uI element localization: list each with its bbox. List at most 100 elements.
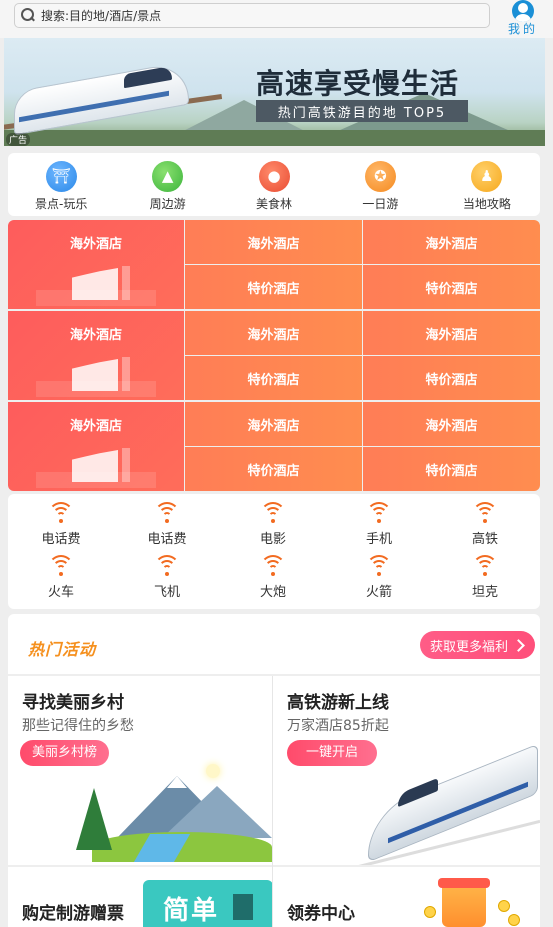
hotel-overseas[interactable]: 海外酒店	[185, 402, 362, 446]
search-input[interactable]: 搜索:目的地/酒店/景点	[14, 3, 490, 28]
category-nav: ⛩ 景点-玩乐 ▲ 周边游 ● 美食林 ✪ 一日游 ♟ 当地攻略	[8, 153, 540, 216]
service-label: 手机	[365, 532, 392, 547]
ad-tag: 广告	[6, 133, 31, 146]
header: 搜索:目的地/酒店/景点 我的	[0, 0, 553, 38]
star-badge-icon: ✪	[364, 161, 396, 192]
hotel-special[interactable]: 特价酒店	[363, 356, 540, 400]
hotel-label: 海外酒店	[247, 327, 300, 343]
hotel-special[interactable]: 特价酒店	[185, 356, 362, 400]
category-label: 景点-玩乐	[35, 197, 88, 211]
service-item[interactable]: 电话费	[114, 502, 220, 547]
service-item[interactable]: 高铁	[432, 502, 538, 547]
hotel-special[interactable]: 特价酒店	[185, 447, 362, 491]
temple-icon: ⛩	[45, 161, 77, 192]
hotel-label: 特价酒店	[425, 372, 478, 388]
wifi-icon	[154, 502, 180, 524]
activity-card-village[interactable]: 寻找美丽乡村 那些记得住的乡愁 美丽乡村榜	[8, 676, 272, 865]
category-attractions[interactable]: ⛩ 景点-玩乐	[8, 153, 114, 216]
service-label: 火车	[47, 585, 74, 600]
wifi-icon	[260, 555, 286, 577]
hotel-overseas[interactable]: 海外酒店	[363, 311, 540, 355]
service-item[interactable]: 大炮	[220, 555, 326, 600]
card-subtitle: 万家酒店85折起	[287, 718, 389, 734]
service-item[interactable]: 火车	[8, 555, 114, 600]
service-label: 火箭	[365, 585, 392, 600]
train-illustration	[14, 56, 204, 136]
banner-subtitle: 热门高铁游目的地 TOP5	[277, 105, 447, 121]
hotel-label: 海外酒店	[425, 327, 478, 343]
hotel-overseas-big[interactable]: 海外酒店	[8, 220, 184, 309]
more-benefits-button[interactable]: 获取更多福利	[420, 631, 535, 659]
service-item[interactable]: 电影	[220, 502, 326, 547]
hotel-overseas-big[interactable]: 海外酒店	[8, 311, 184, 400]
wifi-icon	[260, 502, 286, 524]
hotel-label: 特价酒店	[425, 463, 478, 479]
hotel-special[interactable]: 特价酒店	[185, 265, 362, 309]
hotel-label: 特价酒店	[425, 281, 478, 297]
service-item[interactable]: 飞机	[114, 555, 220, 600]
category-food[interactable]: ● 美食林	[221, 153, 327, 216]
hotel-label: 海外酒店	[247, 418, 300, 434]
hotel-grid: 海外酒店 海外酒店 海外酒店 特价酒店 特价酒店 海外酒店 海外酒店 海外酒店 …	[8, 220, 540, 491]
building-icon	[36, 260, 156, 306]
my-account-button[interactable]: 我的	[505, 0, 541, 38]
more-benefits-label: 获取更多福利	[430, 639, 509, 655]
search-icon	[21, 8, 36, 23]
chevron-right-icon	[512, 638, 525, 652]
hotel-overseas[interactable]: 海外酒店	[363, 402, 540, 446]
service-label: 电话费	[41, 532, 81, 547]
service-label: 坦克	[471, 585, 498, 600]
my-account-label: 我的	[507, 22, 538, 36]
building-icon	[36, 442, 156, 488]
hotel-label: 海外酒店	[69, 328, 122, 343]
activity-card-high-speed-rail[interactable]: 高铁游新上线 万家酒店85折起 一键开启	[273, 676, 540, 865]
category-label: 当地攻略	[462, 197, 511, 211]
service-item[interactable]: 火箭	[326, 555, 432, 600]
village-ranking-button[interactable]: 美丽乡村榜	[20, 740, 110, 766]
hotel-overseas-big[interactable]: 海外酒店	[8, 402, 184, 491]
user-icon	[512, 0, 534, 22]
service-item[interactable]: 坦克	[432, 555, 538, 600]
gift-box-icon	[420, 876, 530, 927]
wifi-icon	[366, 502, 392, 524]
hotel-special[interactable]: 特价酒店	[363, 447, 540, 491]
card-title: 高铁游新上线	[287, 693, 389, 713]
wifi-icon	[472, 555, 498, 577]
hotel-special[interactable]: 特价酒店	[363, 265, 540, 309]
hotel-row: 海外酒店 海外酒店 海外酒店 特价酒店 特价酒店	[8, 220, 540, 309]
hot-activities-header: 热门活动 获取更多福利	[8, 614, 540, 674]
hotel-row: 海外酒店 海外酒店 海外酒店 特价酒店 特价酒店	[8, 311, 540, 400]
promo-banner[interactable]: 高速享受慢生活 热门高铁游目的地 TOP5 广告	[4, 38, 545, 146]
card-title: 购定制游赠票	[22, 904, 124, 924]
service-label: 电话费	[147, 532, 187, 547]
card-title: 寻找美丽乡村	[22, 693, 124, 713]
train-illustration	[368, 743, 540, 863]
wifi-icon	[472, 502, 498, 524]
category-nearby[interactable]: ▲ 周边游	[114, 153, 220, 216]
hotel-overseas[interactable]: 海外酒店	[363, 220, 540, 264]
service-item[interactable]: 手机	[326, 502, 432, 547]
one-click-start-button[interactable]: 一键开启	[287, 740, 377, 766]
hotel-overseas[interactable]: 海外酒店	[185, 311, 362, 355]
banner-ground	[4, 130, 545, 146]
hotel-overseas[interactable]: 海外酒店	[185, 220, 362, 264]
service-label: 大炮	[259, 585, 286, 600]
card-divider	[272, 676, 273, 927]
card-subtitle: 那些记得住的乡愁	[22, 718, 134, 734]
mountain-landscape-image	[72, 764, 272, 862]
service-label: 飞机	[153, 585, 180, 600]
category-label: 周边游	[149, 197, 186, 211]
service-item[interactable]: 电话费	[8, 502, 114, 547]
simple-tile-image: 简单	[143, 880, 273, 927]
category-local-guide[interactable]: ♟ 当地攻略	[434, 153, 540, 216]
location-icon: ♟	[471, 161, 503, 192]
category-label: 一日游	[362, 197, 399, 211]
banner-subtitle-box: 热门高铁游目的地 TOP5	[256, 100, 468, 122]
service-grid: 电话费 电话费 电影 手机 高铁 火车 飞机 大炮 火箭 坦克	[8, 494, 540, 609]
building-icon	[36, 351, 156, 397]
wifi-icon	[366, 555, 392, 577]
hotel-label: 海外酒店	[69, 237, 122, 252]
mountain-icon: ▲	[152, 161, 184, 192]
wifi-icon	[48, 555, 74, 577]
category-day-trip[interactable]: ✪ 一日游	[327, 153, 433, 216]
